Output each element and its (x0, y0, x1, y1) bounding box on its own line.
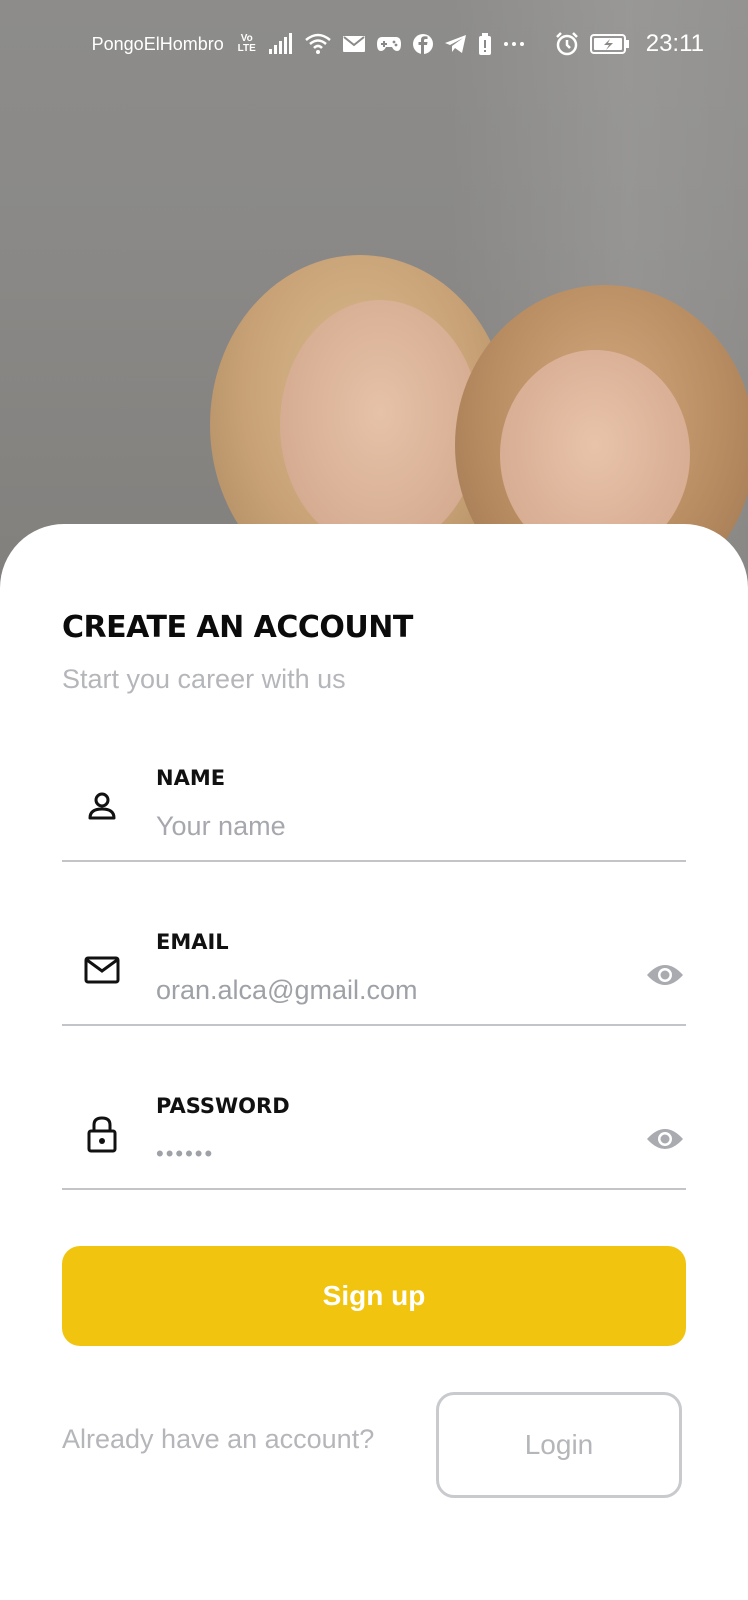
already-have-account-text: Already have an account? (62, 1424, 375, 1454)
name-field: NAME (62, 738, 686, 862)
password-input[interactable] (156, 1134, 626, 1174)
left-woman-face (280, 300, 480, 550)
alarm-icon (554, 32, 580, 56)
mail-icon (342, 32, 366, 56)
page-subtitle: Start you career with us (62, 664, 346, 694)
person-icon (82, 786, 122, 826)
gamepad-icon (376, 32, 402, 56)
telegram-icon (444, 32, 468, 56)
battery-saver-icon (478, 32, 492, 56)
eye-icon[interactable] (644, 1124, 686, 1154)
lock-icon (82, 1114, 122, 1154)
mail-icon (82, 950, 122, 990)
page-title: CREATE AN ACCOUNT (62, 610, 413, 645)
status-bar: PongoElHombro Vo LTE 23:11 (0, 26, 748, 62)
email-label: EMAIL (156, 930, 229, 954)
clock-time: 23:11 (645, 30, 704, 57)
facebook-icon (412, 32, 434, 56)
password-label: PASSWORD (156, 1094, 290, 1118)
signal-icon (268, 32, 294, 56)
email-field: EMAIL (62, 902, 686, 1026)
password-field: PASSWORD (62, 1066, 686, 1190)
volte-badge: Vo LTE (237, 33, 256, 54)
wifi-icon (304, 32, 332, 56)
more-dots-icon (502, 32, 526, 56)
carrier-name: PongoElHombro (91, 33, 224, 54)
email-input[interactable] (156, 970, 626, 1010)
name-label: NAME (156, 766, 226, 790)
name-input[interactable] (156, 806, 626, 846)
eye-icon[interactable] (644, 960, 686, 990)
hero-photo (0, 0, 748, 590)
login-button[interactable]: Login (436, 1392, 682, 1498)
battery-charging-icon (589, 32, 630, 56)
signup-button[interactable]: Sign up (62, 1246, 686, 1346)
